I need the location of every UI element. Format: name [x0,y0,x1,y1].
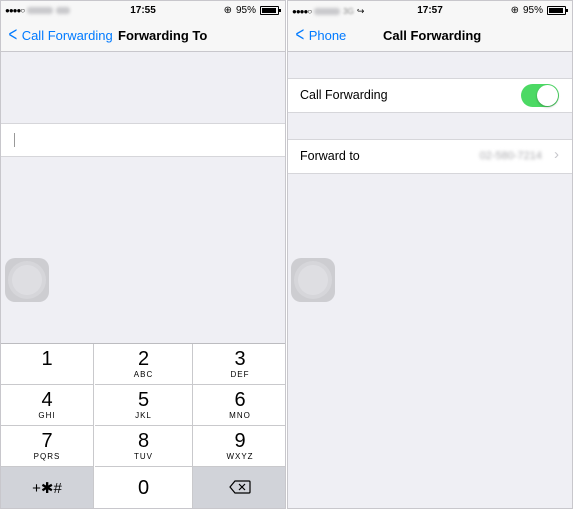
status-bar: ●●●●○ 17:55 ⊕ 95% [1,1,285,21]
battery-percent: 95% [235,5,256,16]
back-button[interactable]: < Phone [294,24,347,46]
key-digit: 8 [137,430,150,452]
key-0[interactable]: 0 [95,467,193,508]
key-5[interactable]: 5 JKL [95,385,193,426]
key-letters: DEF [230,370,250,379]
text-cursor [14,133,15,147]
back-button[interactable]: < Call Forwarding [7,24,113,46]
delete-key[interactable] [193,467,285,508]
key-digit: 9 [234,430,246,452]
key-letters: ABC [133,370,154,379]
key-9[interactable]: 9 WXYZ [193,426,285,467]
key-digit: 0 [137,477,150,499]
navigation-bar: < Call Forwarding Forwarding To [1,21,285,52]
status-bar: ●●●●○ 3G ↪ 17:57 ⊕ 95% [288,1,572,21]
assistive-touch-button[interactable] [5,258,49,302]
battery-percent: 95% [522,5,543,16]
forwarding-to-screen: ●●●●○ 17:55 ⊕ 95% < Call Forwarding Forw… [0,0,286,509]
call-forwarding-toggle[interactable] [521,84,559,107]
key-digit: 7 [41,430,53,452]
battery-icon [547,6,568,15]
key-letters: GHI [38,411,56,420]
key-1[interactable]: 1 [1,344,94,385]
key-6[interactable]: 6 MNO [193,385,285,426]
call-forwarding-screen: ●●●●○ 3G ↪ 17:57 ⊕ 95% < Phone Call Forw… [287,0,573,509]
orientation-lock-icon: ⊕ [510,5,519,16]
call-forwarding-row: Call Forwarding [288,78,572,113]
key-letters: PQRS [33,452,61,461]
chevron-left-icon: < [8,24,18,46]
key-symbols[interactable]: +✱# [1,467,94,508]
key-8[interactable]: 8 TUV [95,426,193,467]
page-title: Call Forwarding [383,28,482,43]
forward-to-row[interactable]: Forward to 02-580-7214 › [288,139,572,174]
chevron-right-icon: › [554,146,559,163]
key-digit: 3 [234,348,246,370]
battery-icon [260,6,281,15]
forwarding-number-field[interactable] [1,123,285,157]
assistive-touch-button[interactable] [291,258,335,302]
key-letters: TUV [134,452,153,461]
page-title: Forwarding To [118,28,208,43]
backspace-icon [229,480,251,494]
orientation-lock-icon: ⊕ [223,5,232,16]
navigation-bar: < Phone Call Forwarding [288,21,572,52]
key-digit: 2 [137,348,150,370]
chevron-left-icon: < [295,24,305,46]
key-letters: MNO [229,411,251,420]
key-digit: +✱# [32,480,62,497]
forward-to-number: 02-580-7214 [479,150,542,162]
numeric-keypad: 1 2 ABC 3 DEF 4 GHI 5 JKL 6 MNO 7 PQRS 8 [1,343,285,508]
call-forwarding-label: Call Forwarding [300,88,388,102]
key-digit: 5 [137,389,150,411]
key-7[interactable]: 7 PQRS [1,426,94,467]
key-digit: 1 [41,348,53,370]
key-digit: 6 [234,389,246,411]
back-button-label: Phone [308,27,347,43]
forward-to-label: Forward to [300,149,360,163]
key-3[interactable]: 3 DEF [193,344,285,385]
back-button-label: Call Forwarding [21,27,113,43]
key-4[interactable]: 4 GHI [1,385,94,426]
key-2[interactable]: 2 ABC [95,344,193,385]
key-letters: JKL [135,411,152,420]
key-letters: WXYZ [226,452,254,461]
key-digit: 4 [41,389,53,411]
